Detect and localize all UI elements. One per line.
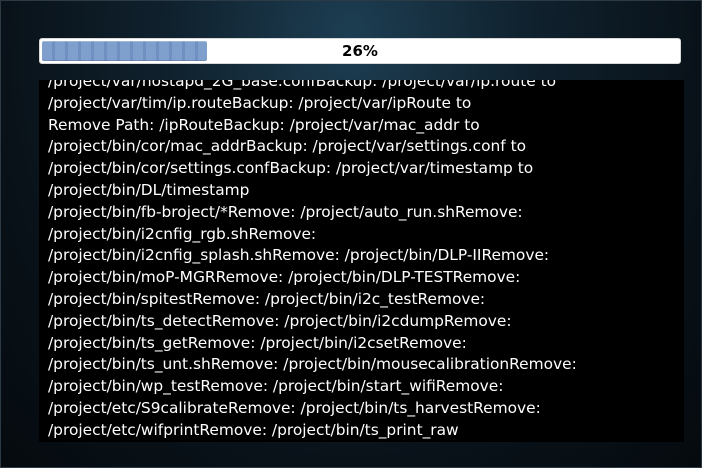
log-lines: /project/var/hostapd_2G_base.confBackup:… bbox=[48, 80, 577, 442]
log-line: /project/bin/moP-MGRRemove: /project/bin… bbox=[48, 268, 521, 287]
log-line: /project/bin/i2cnfig_splash.shRemove: /p… bbox=[48, 246, 550, 265]
log-line: /project/bin/DL/timestamp bbox=[48, 180, 250, 199]
log-output-panel[interactable]: /project/var/hostapd_2G_base.confBackup:… bbox=[39, 80, 684, 442]
progress-percent-label: 26% bbox=[342, 42, 378, 60]
log-line: /project/var/tim/ip.routeBackup: /projec… bbox=[48, 93, 472, 112]
log-line: /project/bin/ts_getRemove: /project/bin/… bbox=[48, 333, 467, 352]
log-line: /project/etc/S9calibrateRemove: /project… bbox=[48, 398, 541, 417]
log-line: /project/bin/spitestRemove: /project/bin… bbox=[48, 289, 486, 308]
log-line: /project/var/hostapd_2G_base.confBackup:… bbox=[48, 80, 557, 90]
log-line: /project/bin/cor/settings.confBackup: /p… bbox=[48, 159, 534, 178]
log-line: /project/bin/i2cnfig_rgb.shRemove: bbox=[48, 224, 317, 243]
log-line: /project/bin/cor/mac_addrBackup: /projec… bbox=[48, 137, 527, 156]
update-screen: 26% /project/var/hostapd_2G_base.confBac… bbox=[0, 0, 702, 468]
log-line: /project/bin/fb-broject/*Remove: /projec… bbox=[48, 202, 523, 221]
log-line: /project/bin/wp_testRemove: /project/bin… bbox=[48, 377, 504, 396]
log-line: /project/bin/ts_unt.shRemove: /project/b… bbox=[48, 355, 577, 374]
log-line: /project/etc/wifprintRemove: /project/bi… bbox=[48, 420, 459, 439]
log-line: /project/bin/ts_detectRemove: /project/b… bbox=[48, 311, 512, 330]
progress-bar: 26% bbox=[39, 38, 681, 64]
log-line: Remove Path: /ipRouteBackup: /project/va… bbox=[48, 115, 480, 134]
